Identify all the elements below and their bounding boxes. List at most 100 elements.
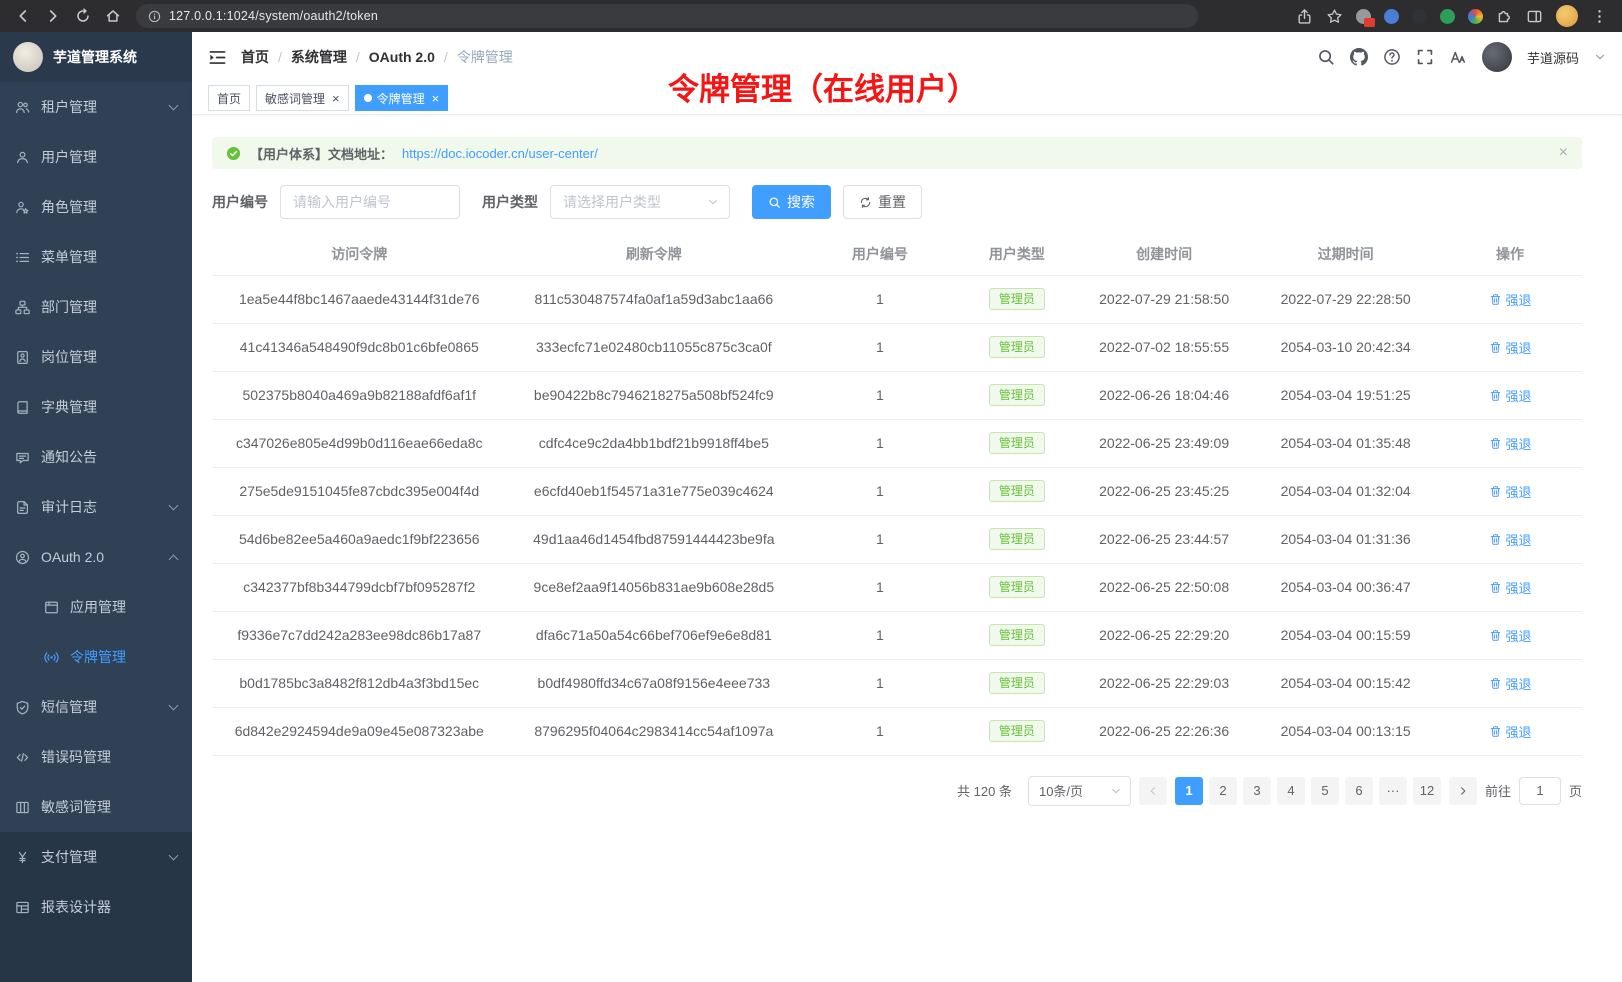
- sidebar-item[interactable]: 角色管理: [0, 182, 192, 232]
- force-logout-button[interactable]: 强退: [1489, 578, 1532, 597]
- pagination: 共 120 条 10条/页 123456···12 前往 页: [212, 756, 1582, 830]
- extension-icon[interactable]: [1412, 9, 1427, 24]
- tab-label: 首页: [217, 90, 241, 107]
- hamburger-icon[interactable]: [208, 48, 227, 67]
- sidebar-item[interactable]: 部门管理: [0, 282, 192, 332]
- caret-down-icon[interactable]: [1594, 51, 1606, 63]
- cell-action: 强退: [1438, 275, 1582, 323]
- page-button[interactable]: 2: [1209, 777, 1237, 805]
- cell-user-id: 1: [801, 419, 959, 467]
- force-logout-button[interactable]: 强退: [1489, 530, 1532, 549]
- sidebar-item[interactable]: 支付管理: [0, 832, 192, 882]
- sidebar-item[interactable]: 错误码管理: [0, 732, 192, 782]
- split-view-icon[interactable]: [1526, 8, 1543, 25]
- column-header: 操作: [1438, 233, 1582, 275]
- breadcrumb-item[interactable]: 首页: [241, 47, 269, 67]
- home-button[interactable]: [100, 4, 126, 28]
- breadcrumb-item: 令牌管理: [457, 47, 513, 67]
- username[interactable]: 芋道源码: [1527, 48, 1579, 67]
- page-button[interactable]: 12: [1413, 777, 1441, 805]
- next-page-button[interactable]: [1449, 777, 1477, 805]
- extension-icon[interactable]: [1384, 9, 1399, 24]
- goto-page-input[interactable]: [1519, 777, 1561, 805]
- browser-profile-avatar[interactable]: [1556, 5, 1578, 27]
- page-button[interactable]: 5: [1311, 777, 1339, 805]
- user-type-select[interactable]: 请选择用户类型: [550, 185, 730, 219]
- cell-created-at: 2022-07-02 18:55:55: [1075, 323, 1253, 371]
- force-logout-button[interactable]: 强退: [1489, 386, 1532, 405]
- sidebar-item[interactable]: 令牌管理: [0, 632, 192, 682]
- sidebar-item[interactable]: 租户管理: [0, 82, 192, 132]
- extensions-puzzle-icon[interactable]: [1496, 8, 1513, 25]
- reset-button[interactable]: 重置: [843, 185, 922, 219]
- page-size-select[interactable]: 10条/页: [1028, 776, 1131, 806]
- force-logout-button[interactable]: 强退: [1489, 434, 1532, 453]
- more-pages-button[interactable]: ···: [1379, 777, 1407, 805]
- github-icon[interactable]: [1350, 48, 1368, 66]
- app-logo[interactable]: 芋道管理系统: [0, 32, 192, 82]
- cell-expires-at: 2054-03-10 20:42:34: [1253, 323, 1438, 371]
- table-body: 1ea5e44f8bc1467aaede43144f31de76811c5304…: [212, 275, 1582, 755]
- sidebar-item[interactable]: 通知公告: [0, 432, 192, 482]
- force-logout-button[interactable]: 强退: [1489, 626, 1532, 645]
- page-button[interactable]: 6: [1345, 777, 1373, 805]
- cell-refresh-token: cdfc4ce9c2da4bb1bdf21b9918ff4be5: [507, 419, 802, 467]
- sidebar-menu: 租户管理用户管理角色管理菜单管理部门管理岗位管理字典管理通知公告审计日志OAut…: [0, 82, 192, 832]
- alert-close-icon[interactable]: ×: [1559, 145, 1568, 161]
- help-icon[interactable]: [1383, 48, 1401, 66]
- force-logout-button[interactable]: 强退: [1489, 482, 1532, 501]
- cell-access-token: 41c41346a548490f9dc8b01c6bfe0865: [212, 323, 507, 371]
- sidebar-item[interactable]: 用户管理: [0, 132, 192, 182]
- cell-user-id: 1: [801, 707, 959, 755]
- sidebar-item[interactable]: OAuth 2.0: [0, 532, 192, 582]
- force-logout-button[interactable]: 强退: [1489, 674, 1532, 693]
- cell-user-id: 1: [801, 323, 959, 371]
- cell-expires-at: 2054-03-04 01:31:36: [1253, 515, 1438, 563]
- tab[interactable]: 令牌管理×: [355, 85, 449, 111]
- tab[interactable]: 首页: [208, 85, 250, 111]
- browser-menu-icon[interactable]: [1591, 8, 1608, 25]
- header-actions: 芋道源码: [1317, 42, 1606, 72]
- back-button[interactable]: [10, 4, 36, 28]
- url-bar[interactable]: 127.0.0.1:1024/system/oauth2/token: [136, 4, 1198, 28]
- page-button[interactable]: 1: [1175, 777, 1203, 805]
- force-logout-button[interactable]: 强退: [1489, 338, 1532, 357]
- tab-close-icon[interactable]: ×: [432, 92, 440, 105]
- font-size-icon[interactable]: [1449, 48, 1467, 66]
- prev-page-button[interactable]: [1139, 777, 1167, 805]
- sidebar-item[interactable]: 敏感词管理: [0, 782, 192, 832]
- forward-button[interactable]: [40, 4, 66, 28]
- bookmark-star-icon[interactable]: [1326, 8, 1343, 25]
- page-button[interactable]: 3: [1243, 777, 1271, 805]
- goto-unit: 页: [1569, 781, 1582, 800]
- sidebar-item[interactable]: 菜单管理: [0, 232, 192, 282]
- force-logout-button[interactable]: 强退: [1489, 722, 1532, 741]
- force-logout-button[interactable]: 强退: [1489, 290, 1532, 309]
- sidebar-item[interactable]: 应用管理: [0, 582, 192, 632]
- cell-expires-at: 2054-03-04 00:15:42: [1253, 659, 1438, 707]
- user-id-input[interactable]: [280, 185, 460, 219]
- sidebar-item[interactable]: 短信管理: [0, 682, 192, 732]
- search-button[interactable]: 搜索: [752, 185, 831, 219]
- page-info-icon[interactable]: [148, 10, 161, 23]
- sidebar-item[interactable]: 岗位管理: [0, 332, 192, 382]
- fullscreen-icon[interactable]: [1416, 48, 1434, 66]
- breadcrumb-item[interactable]: 系统管理: [291, 47, 347, 67]
- sidebar-item[interactable]: 字典管理: [0, 382, 192, 432]
- chevron-down-icon: [169, 851, 179, 861]
- extension-icon[interactable]: [1356, 9, 1371, 24]
- search-icon[interactable]: [1317, 48, 1335, 66]
- sidebar-item[interactable]: 审计日志: [0, 482, 192, 532]
- tab-close-icon[interactable]: ×: [332, 92, 340, 105]
- token-table: 访问令牌刷新令牌用户编号用户类型创建时间过期时间操作 1ea5e44f8bc14…: [212, 233, 1582, 756]
- sidebar-item[interactable]: 报表设计器: [0, 882, 192, 932]
- reload-button[interactable]: [70, 4, 96, 28]
- extension-icon[interactable]: [1440, 9, 1455, 24]
- tab[interactable]: 敏感词管理×: [256, 85, 349, 111]
- user-avatar[interactable]: [1482, 42, 1512, 72]
- page-button[interactable]: 4: [1277, 777, 1305, 805]
- extension-icon[interactable]: [1468, 9, 1483, 24]
- share-icon[interactable]: [1296, 8, 1313, 25]
- doc-link[interactable]: https://doc.iocoder.cn/user-center/: [402, 146, 598, 161]
- breadcrumb-item[interactable]: OAuth 2.0: [369, 49, 435, 65]
